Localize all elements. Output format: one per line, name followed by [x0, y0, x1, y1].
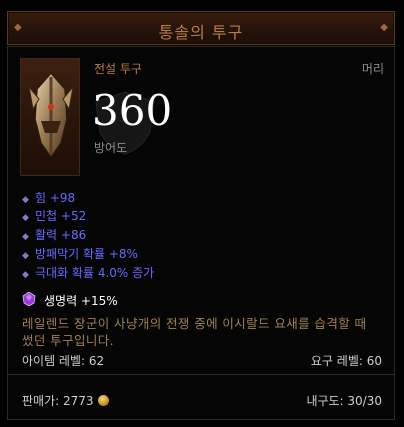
item-title-bar: ◆ 통솔의 투구 ◆ — [7, 11, 395, 45]
item-slot-type: 머리 — [361, 62, 384, 76]
item-tooltip: ◆ 통솔의 투구 ◆ 전설 투구 머리 360 방어도 ◆ 힘 +98 ◆ 민첩… — [0, 0, 404, 427]
item-image — [20, 58, 80, 176]
flavor-text: 레일렌드 장군이 사냥개의 전쟁 중에 이시랄드 요새를 습격할 때 썼던 투구… — [22, 316, 367, 348]
affix-line: ◆ 방패막기 확률 +8% — [22, 246, 138, 262]
right-ornament-icon: ◆ — [380, 22, 388, 33]
affix-line: ◆ 활력 +86 — [22, 227, 86, 243]
armor-value: 360 — [92, 86, 173, 135]
diamond-bullet-icon: ◆ — [22, 232, 29, 242]
affix-text: 힘 +98 — [35, 191, 76, 205]
affix-line: ◆ 힘 +98 — [22, 190, 75, 206]
affix-text: 민첩 +52 — [35, 209, 87, 223]
item-rarity: 전설 투구 — [94, 62, 142, 76]
diamond-bullet-icon: ◆ — [22, 195, 29, 205]
item-level: 아이템 레벨: 62 — [22, 354, 105, 368]
sell-price: 판매가: 2773 — [22, 392, 109, 409]
sell-price-text: 판매가: 2773 — [22, 394, 94, 408]
required-level: 요구 레벨: 60 — [310, 354, 382, 368]
helm-icon — [28, 71, 74, 159]
affix-line: ◆ 극대화 확률 4.0% 증가 — [22, 265, 154, 281]
diamond-bullet-icon: ◆ — [22, 270, 29, 280]
item-name: 통솔의 투구 — [158, 23, 244, 42]
durability: 내구도: 30/30 — [306, 394, 382, 408]
armor-label: 방어도 — [94, 141, 128, 155]
divider — [8, 374, 394, 375]
affix-line: ◆ 민첩 +52 — [22, 208, 86, 224]
diamond-bullet-icon: ◆ — [22, 213, 29, 223]
affix-text: 방패막기 확률 +8% — [35, 247, 138, 261]
diamond-bullet-icon: ◆ — [22, 251, 29, 261]
affix-text: 극대화 확률 4.0% 증가 — [35, 266, 155, 280]
amethyst-gem-icon — [22, 292, 36, 306]
socket-bonus: 생명력 +15% — [44, 294, 118, 308]
gold-coin-icon — [97, 395, 109, 406]
affix-text: 활력 +86 — [35, 228, 87, 242]
